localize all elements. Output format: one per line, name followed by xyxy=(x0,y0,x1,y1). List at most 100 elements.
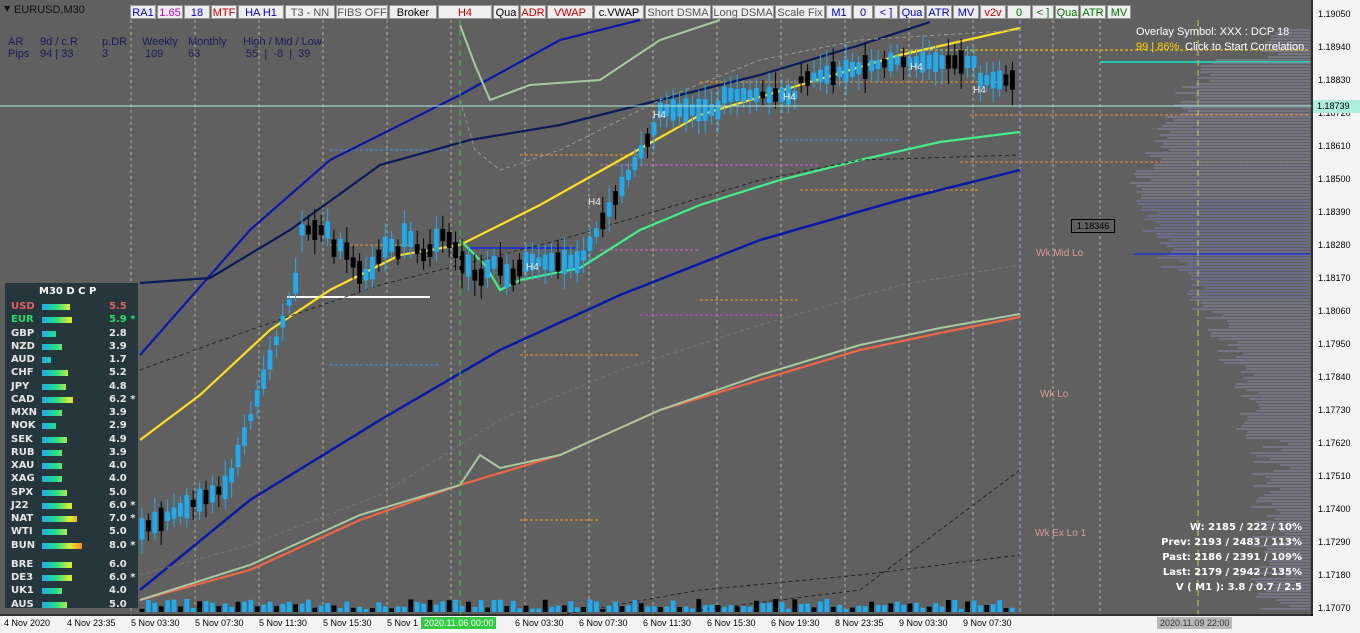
candle-body[interactable] xyxy=(972,56,977,68)
candle-body[interactable] xyxy=(319,225,324,235)
toolbar-button-ha-h1-4[interactable]: HA H1 xyxy=(238,5,284,19)
candle-body[interactable] xyxy=(453,242,458,258)
candle-body[interactable] xyxy=(613,191,618,205)
candle-body[interactable] xyxy=(741,88,746,102)
candle-body[interactable] xyxy=(876,60,881,69)
candle-body[interactable] xyxy=(511,269,516,286)
candle-body[interactable] xyxy=(824,66,829,84)
candle-body[interactable] xyxy=(735,89,740,101)
toolbar-button-atr-26[interactable]: ATR xyxy=(1080,5,1106,19)
candle-body[interactable] xyxy=(274,336,279,345)
candle-body[interactable] xyxy=(332,240,337,257)
candle-body[interactable] xyxy=(415,244,420,254)
candle-body[interactable] xyxy=(837,67,842,77)
toolbar-button-mv-21[interactable]: MV xyxy=(953,5,979,19)
candle-body[interactable] xyxy=(952,55,957,68)
toolbar-button-0-17[interactable]: 0 xyxy=(853,5,873,19)
candle-body[interactable] xyxy=(1004,74,1009,85)
candle-body[interactable] xyxy=(799,76,804,83)
candle-body[interactable] xyxy=(543,255,548,270)
candle-body[interactable] xyxy=(376,250,381,264)
toolbar-button--24[interactable]: < ] xyxy=(1032,5,1054,19)
candle-body[interactable] xyxy=(895,56,900,65)
candle-body[interactable] xyxy=(344,243,349,260)
candle-body[interactable] xyxy=(856,62,861,74)
candle-body[interactable] xyxy=(229,468,234,482)
candle-body[interactable] xyxy=(172,507,177,518)
candle-body[interactable] xyxy=(652,123,657,136)
price-chart[interactable]: H4 H4 H4 H4 H4 H4 xyxy=(0,0,1360,633)
candle-body[interactable] xyxy=(402,223,407,247)
candle-body[interactable] xyxy=(492,256,497,269)
candle-body[interactable] xyxy=(396,246,401,259)
candle-body[interactable] xyxy=(901,57,906,67)
candle-body[interactable] xyxy=(620,177,625,196)
candle-body[interactable] xyxy=(626,170,631,180)
candle-body[interactable] xyxy=(364,269,369,280)
candle-body[interactable] xyxy=(517,260,522,277)
candle-body[interactable] xyxy=(639,145,644,158)
candle-body[interactable] xyxy=(268,350,273,369)
candle-body[interactable] xyxy=(805,71,810,86)
candle-body[interactable] xyxy=(869,60,874,71)
candle-body[interactable] xyxy=(325,221,330,238)
candle-body[interactable] xyxy=(581,251,586,261)
candle-body[interactable] xyxy=(408,231,413,247)
candle-body[interactable] xyxy=(197,489,202,512)
candle-body[interactable] xyxy=(568,255,573,270)
candle-body[interactable] xyxy=(600,213,605,229)
candle-body[interactable] xyxy=(140,518,145,539)
candle-body[interactable] xyxy=(716,101,721,120)
toolbar-button-c-vwap-12[interactable]: c.VWAP xyxy=(594,5,644,19)
start-correlation-link[interactable]: Click to Start Correlation xyxy=(1185,41,1304,53)
candle-body[interactable] xyxy=(645,134,650,147)
candle-body[interactable] xyxy=(575,251,580,273)
candle-body[interactable] xyxy=(984,75,989,85)
candle-body[interactable] xyxy=(223,476,228,499)
candle-body[interactable] xyxy=(703,99,708,121)
toolbar-button-mv-27[interactable]: MV xyxy=(1107,5,1131,19)
candle-body[interactable] xyxy=(965,56,970,68)
candle-body[interactable] xyxy=(940,55,945,69)
candle-body[interactable] xyxy=(165,511,170,520)
candle-body[interactable] xyxy=(671,99,676,120)
candle-body[interactable] xyxy=(754,88,759,102)
candle-body[interactable] xyxy=(255,390,260,406)
candle-body[interactable] xyxy=(997,71,1002,90)
candle-body[interactable] xyxy=(728,88,733,102)
toolbar-button-short-dsma-13[interactable]: Short DSMA xyxy=(645,5,711,19)
candle-body[interactable] xyxy=(556,252,561,271)
candle-body[interactable] xyxy=(300,224,305,235)
candle-body[interactable] xyxy=(440,229,445,241)
toolbar-button-long-dsma-14[interactable]: Long DSMA xyxy=(712,5,774,19)
candle-body[interactable] xyxy=(389,239,394,252)
toolbar-button-scale-fix-15[interactable]: Scale Fix xyxy=(775,5,825,19)
candle-body[interactable] xyxy=(428,244,433,257)
candle-body[interactable] xyxy=(632,157,637,170)
toolbar-button-qua-9[interactable]: Qua xyxy=(493,5,519,19)
candle-body[interactable] xyxy=(677,103,682,116)
candle-body[interactable] xyxy=(152,512,157,533)
candle-body[interactable] xyxy=(210,485,215,502)
candle-body[interactable] xyxy=(498,257,503,276)
candle-body[interactable] xyxy=(357,261,362,284)
toolbar-button-t3-nn-5[interactable]: T3 - NN xyxy=(285,5,335,19)
candle-body[interactable] xyxy=(594,228,599,237)
toolbar-button-fibs-off-6[interactable]: FIBS OFF xyxy=(336,5,388,19)
candle-body[interactable] xyxy=(383,237,388,258)
toolbar-button-vwap-11[interactable]: VWAP xyxy=(547,5,593,19)
candle-body[interactable] xyxy=(722,86,727,103)
candle-body[interactable] xyxy=(421,249,426,261)
candle-body[interactable] xyxy=(466,255,471,277)
toolbar-button-m1-16[interactable]: M1 xyxy=(826,5,852,19)
candle-body[interactable] xyxy=(312,220,317,240)
candle-body[interactable] xyxy=(549,253,554,271)
candle-body[interactable] xyxy=(146,520,151,531)
toolbar-button-mtf-3[interactable]: MTF xyxy=(211,5,237,19)
candle-body[interactable] xyxy=(472,270,477,281)
candle-body[interactable] xyxy=(773,88,778,101)
candle-body[interactable] xyxy=(242,427,247,446)
candle-body[interactable] xyxy=(863,55,868,79)
toolbar-button-0-23[interactable]: 0 xyxy=(1007,5,1031,19)
candle-body[interactable] xyxy=(479,269,484,286)
